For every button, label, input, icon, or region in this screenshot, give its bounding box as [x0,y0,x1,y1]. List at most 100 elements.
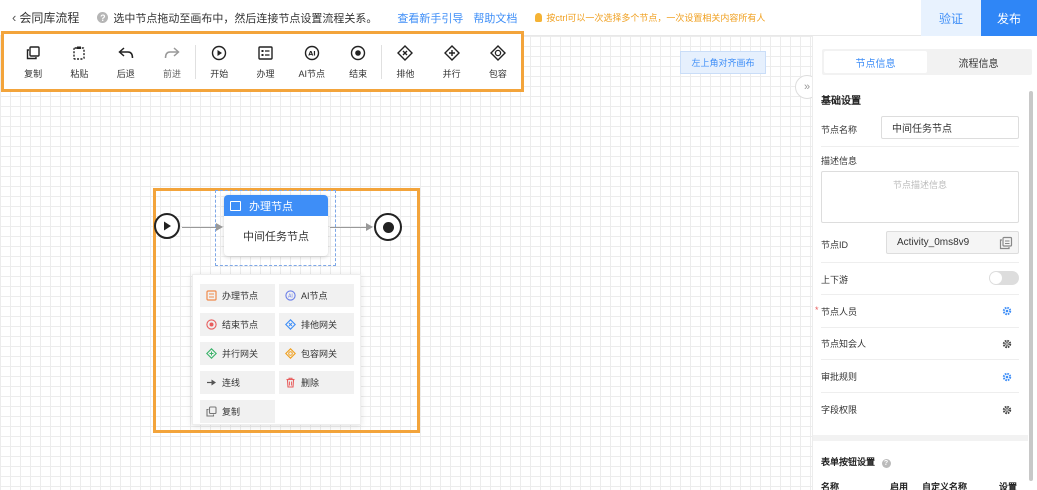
copy-icon [999,236,1013,250]
menu-item-ai[interactable]: AI AI节点 [279,284,354,307]
form-buttons-table-header: 名称 启用 自定义名称 设置 [821,480,1026,490]
tool-end[interactable]: 结束 [335,44,381,80]
copy-id-button[interactable] [999,236,1013,253]
tab-process-info[interactable]: 流程信息 [927,51,1030,73]
help-link[interactable]: 帮助文档 [473,10,517,26]
parallel-gateway-icon [443,44,461,62]
play-icon [164,221,171,231]
cc-label: 节点知会人 [821,339,867,349]
node-id-value: Activity_0ms8v9 [897,237,970,248]
back-button[interactable]: ‹ 会同库流程 [12,9,79,26]
assignee-settings-button[interactable] [1002,305,1012,316]
description-textarea[interactable]: 节点描述信息 [821,171,1019,223]
trash-icon [285,377,296,388]
col-setting: 设置 [999,482,1018,490]
redo-icon [163,44,181,62]
menu-item-exclusive[interactable]: 排他网关 [279,313,354,336]
tool-label: 排他 [396,68,415,79]
properties-panel: 节点信息 流程信息 基础设置 节点名称 中间任务节点 描述信息 节点描述信息 节… [812,36,1037,490]
gear-icon [1002,372,1012,382]
tab-node-info[interactable]: 节点信息 [824,51,927,73]
svg-text:AI: AI [308,49,315,57]
tool-start[interactable]: 开始 [196,44,242,80]
ai-icon: AI [285,290,296,301]
tool-label: 结束 [349,68,368,79]
connect-icon [206,377,217,388]
task-node-body: 中间任务节点 [243,231,309,243]
menu-item-label: 办理节点 [222,291,259,301]
tool-label: 包容 [488,68,507,79]
tool-copy[interactable]: 复制 [10,44,56,80]
menu-item-inclusive[interactable]: 包容网关 [279,342,354,365]
end-node[interactable] [374,213,402,241]
end-icon [349,44,367,62]
menu-item-label: 复制 [222,407,241,417]
task-node-title: 办理节点 [249,200,293,213]
exclusive-gateway-icon [285,319,296,330]
menu-item-connect[interactable]: 连线 [200,371,275,394]
task-icon [206,290,217,301]
tool-label: 并行 [442,68,461,79]
tool-inclusive[interactable]: 包容 [475,44,521,80]
panel-tabs: 节点信息 流程信息 [822,49,1032,75]
menu-item-label: 连线 [222,378,241,388]
tool-label: 复制 [24,68,43,79]
approval-settings-button[interactable] [1002,371,1012,382]
context-menu: 办理节点 AI AI节点 结束节点 排他网关 并行网关 包容网关 连线 删除 复… [192,274,361,425]
menu-item-parallel[interactable]: 并行网关 [200,342,275,365]
align-canvas-button[interactable]: 左上角对齐画布 [680,51,766,74]
task-node-header: 办理节点 [224,195,328,216]
paste-icon [70,44,88,62]
exclusive-gateway-icon [396,44,414,62]
start-icon [210,44,228,62]
tool-exclusive[interactable]: 排他 [382,44,428,80]
tool-ai[interactable]: AI AI节点 [289,44,335,80]
description-label: 描述信息 [821,156,858,166]
task-node[interactable]: 办理节点 中间任务节点 [224,195,328,256]
undo-icon [117,44,135,62]
form-buttons-title-text: 表单按钮设置 [821,457,876,467]
gear-icon [1002,405,1012,415]
task-icon [257,44,275,62]
verify-button[interactable]: 验证 [921,0,981,36]
field-permission-label: 字段权限 [821,405,858,415]
menu-item-copy[interactable]: 复制 [200,400,275,423]
assignee-label: 节点人员 [821,307,858,317]
guide-link[interactable]: 查看新手引导 [397,10,463,26]
divider [821,262,1019,263]
divider [821,359,1019,360]
menu-item-task[interactable]: 办理节点 [200,284,275,307]
publish-button[interactable]: 发布 [981,0,1037,36]
menu-item-delete[interactable]: 删除 [279,371,354,394]
start-node[interactable] [154,213,180,239]
toolbar: 复制 粘贴 后退 前进 开始 办理 AI AI节点 结束 排他 并行 包容 [1,31,524,92]
menu-item-label: 删除 [301,378,320,388]
tool-paste[interactable]: 粘贴 [56,44,102,80]
field-settings-button[interactable] [1002,404,1012,415]
menu-item-end[interactable]: 结束节点 [200,313,275,336]
svg-text:AI: AI [288,293,293,299]
tip: 按ctrl可以一次选择多个节点，一次设置相关内容所有人 [535,11,765,24]
tool-parallel[interactable]: 并行 [429,44,475,80]
menu-item-label: AI节点 [301,291,328,301]
divider [821,294,1019,295]
process-title: 会同库流程 [19,11,80,25]
updown-toggle[interactable] [989,271,1019,285]
tool-task[interactable]: 办理 [242,44,288,80]
toggle-knob [990,272,1002,284]
tool-label: 后退 [116,68,135,79]
node-name-input[interactable]: 中间任务节点 [881,116,1019,139]
basic-settings-title: 基础设置 [821,96,861,107]
approval-label: 审批规则 [821,372,858,382]
tool-undo[interactable]: 后退 [103,44,149,80]
hint-text: 选中节点拖动至画布中，然后连接节点设置流程关系。 [113,12,378,25]
tool-redo[interactable]: 前进 [149,44,195,80]
panel-scrollbar[interactable] [1029,91,1033,481]
inclusive-gateway-icon [489,44,507,62]
form-buttons-title: 表单按钮设置 ? [821,455,891,468]
question-icon: ? [881,459,891,468]
edge-task-to-end[interactable] [330,227,370,228]
cc-settings-button[interactable] [1002,338,1012,349]
double-chevron-right-icon: » [803,81,811,93]
tool-label: 开始 [210,68,229,79]
